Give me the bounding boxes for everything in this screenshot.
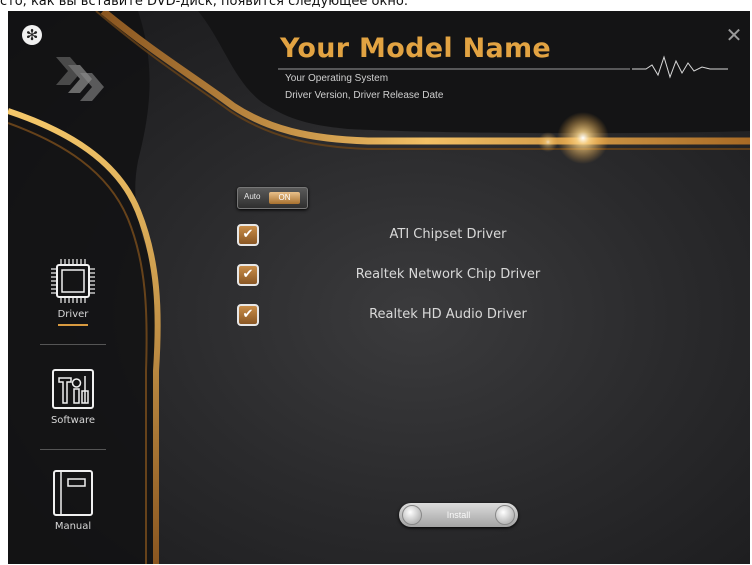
ati-chipset-checkbox[interactable]: ✔: [237, 224, 259, 246]
nav-manual-label[interactable]: Manual: [38, 521, 108, 532]
page: сто, как вы вставите DVD-диск, появится …: [0, 0, 752, 565]
realtek-audio-label: Realtek HD Audio Driver: [369, 307, 527, 322]
auto-toggle-label: Auto: [244, 192, 261, 201]
nav-divider: [40, 449, 106, 450]
operating-system-label: Your Operating System: [285, 73, 389, 84]
model-name: Your Model Name: [280, 33, 552, 64]
page-caption: сто, как вы вставите DVD-диск, появится …: [0, 0, 409, 9]
nav-driver-indicator: [58, 324, 88, 326]
driver-info-label: Driver Version, Driver Release Date: [285, 90, 444, 101]
nav-divider: [40, 344, 106, 345]
install-right-knob-icon: [495, 505, 515, 525]
close-button[interactable]: ✕: [724, 25, 744, 45]
chip-icon[interactable]: [48, 258, 98, 304]
close-icon: ✕: [725, 23, 743, 47]
realtek-network-checkbox[interactable]: ✔: [237, 264, 259, 286]
realtek-audio-checkbox[interactable]: ✔: [237, 304, 259, 326]
fan-icon: ✻: [22, 25, 42, 45]
tools-icon[interactable]: [50, 367, 96, 411]
install-button[interactable]: Install: [399, 503, 518, 527]
auto-toggle[interactable]: Auto ON: [237, 187, 308, 209]
realtek-network-label: Realtek Network Chip Driver: [355, 267, 541, 282]
nav-software-label[interactable]: Software: [38, 415, 108, 426]
chevron-icon: [56, 57, 104, 101]
pulse-line-icon: [632, 55, 728, 79]
installer-window: ✻ ✕ Your Model Name Your Operating Syste…: [8, 11, 750, 564]
ati-chipset-label: ATI Chipset Driver: [389, 227, 507, 242]
nav-driver-label[interactable]: Driver: [38, 309, 108, 320]
book-icon[interactable]: [52, 469, 94, 517]
auto-toggle-state: ON: [269, 192, 300, 204]
